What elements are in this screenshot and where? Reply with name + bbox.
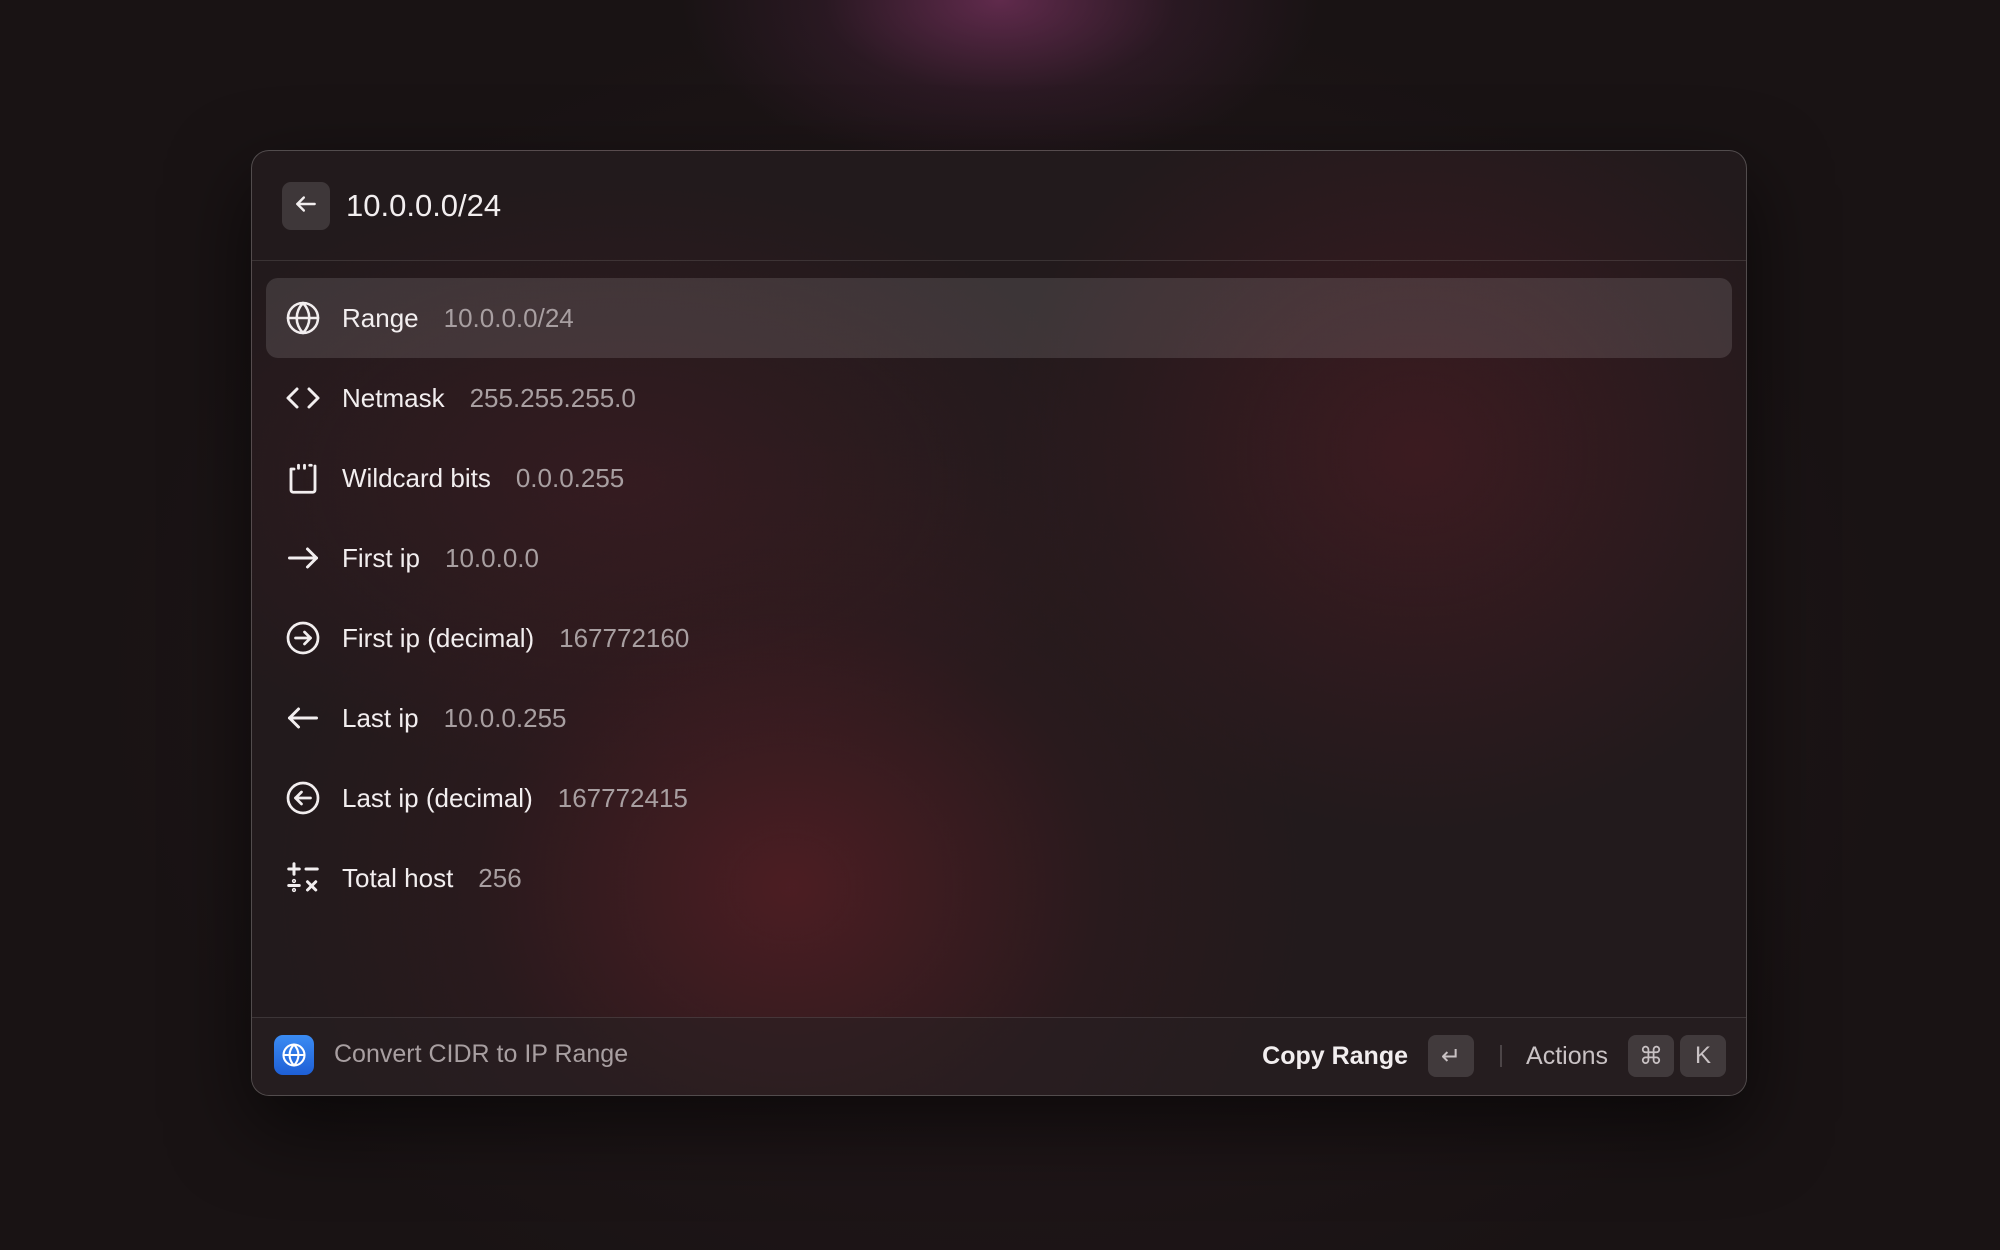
arrow-left-icon <box>283 698 323 738</box>
list-item-value: 0.0.0.255 <box>515 462 625 493</box>
arrow-left-icon <box>293 191 319 222</box>
enter-key-hint: ↵ <box>1428 1035 1475 1077</box>
search-input[interactable] <box>346 179 1546 233</box>
list-item-last-ip-decimal[interactable]: Last ip (decimal) 167772415 <box>266 758 1732 838</box>
list-item-value: 10.0.0.0 <box>445 542 539 573</box>
list-item-value: 10.0.0.0/24 <box>443 302 574 333</box>
calculator-operators-icon <box>283 858 323 898</box>
back-button[interactable] <box>282 182 330 230</box>
list-item-title: Range <box>342 302 419 333</box>
command-key-hint: ⌘ <box>1628 1035 1674 1077</box>
list-item-title: First ip <box>342 542 420 573</box>
list-item-first-ip-decimal[interactable]: First ip (decimal) 167772160 <box>266 598 1732 678</box>
list-item-title: Netmask <box>342 382 445 413</box>
search-header <box>252 151 1746 261</box>
list-item-netmask[interactable]: Netmask 255.255.255.0 <box>266 358 1732 438</box>
command-window: Range 10.0.0.0/24 Netmask 255.255.255.0 … <box>251 150 1747 1096</box>
list-item-value: 255.255.255.0 <box>469 382 636 413</box>
list-item-first-ip[interactable]: First ip 10.0.0.0 <box>266 518 1732 598</box>
footer-separator <box>1500 1045 1503 1067</box>
list-item-title: Wildcard bits <box>342 462 491 493</box>
list-item-title: Last ip <box>342 702 419 733</box>
circle-arrow-right-icon <box>283 618 323 658</box>
actions-button[interactable]: Actions <box>1526 1042 1608 1071</box>
code-brackets-icon <box>283 378 323 418</box>
copy-range-button[interactable]: Copy Range <box>1262 1042 1408 1071</box>
list-item-title: First ip (decimal) <box>342 622 535 653</box>
list-item-title: Last ip (decimal) <box>342 782 533 813</box>
circle-arrow-left-icon <box>283 778 323 818</box>
list-item-value: 167772160 <box>559 622 690 653</box>
list-item-value: 167772415 <box>557 782 688 813</box>
extension-name: Convert CIDR to IP Range <box>334 1040 629 1068</box>
footer-actions: Copy Range ↵ Actions ⌘ K <box>1262 1034 1726 1078</box>
globe-icon <box>283 298 323 338</box>
arrow-right-icon <box>283 538 323 578</box>
extension-globe-icon <box>274 1035 314 1075</box>
list-item-value: 10.0.0.255 <box>443 702 567 733</box>
k-key-hint: K <box>1680 1035 1726 1077</box>
result-list: Range 10.0.0.0/24 Netmask 255.255.255.0 … <box>266 278 1732 918</box>
list-item-wildcard-bits[interactable]: Wildcard bits 0.0.0.255 <box>266 438 1732 518</box>
wildcard-frame-icon <box>283 458 323 498</box>
list-item-total-host[interactable]: Total host 256 <box>266 838 1732 918</box>
list-item-title: Total host <box>342 862 454 893</box>
list-item-value: 256 <box>478 862 522 893</box>
list-item-range[interactable]: Range 10.0.0.0/24 <box>266 278 1732 358</box>
action-bar: Convert CIDR to IP Range Copy Range ↵ Ac… <box>252 1017 1746 1095</box>
list-item-last-ip[interactable]: Last ip 10.0.0.255 <box>266 678 1732 758</box>
